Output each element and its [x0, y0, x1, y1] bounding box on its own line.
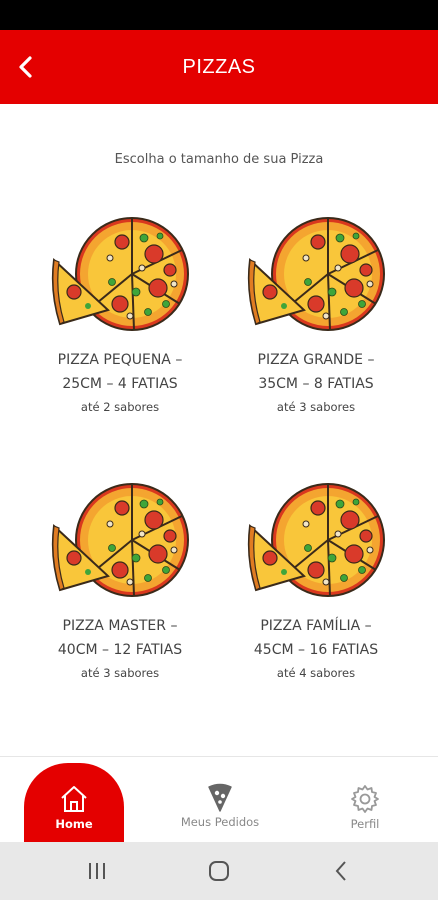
- flavor-limit: até 3 sabores: [80, 666, 160, 680]
- home-icon: [61, 786, 87, 812]
- recent-apps-icon: [89, 863, 105, 879]
- pizza-image: [51, 217, 189, 331]
- nav-orders[interactable]: Meus Pedidos: [170, 757, 270, 843]
- size-prompt: Escolha o tamanho de sua Pizza: [114, 152, 324, 167]
- pizza-slice-icon: [208, 783, 232, 812]
- system-nav-bar: [0, 842, 438, 900]
- bottom-nav: Home Meus Pedidos Perfil: [0, 756, 438, 843]
- system-home-button[interactable]: [204, 858, 234, 884]
- page-title: PIZZAS: [182, 55, 256, 78]
- home-circle-icon: [209, 861, 229, 881]
- pizza-image: [247, 483, 385, 597]
- size-card-pequena[interactable]: PIZZA PEQUENA – 25CM – 4 FATIAS até 2 sa…: [20, 212, 220, 414]
- chevron-left-icon: [19, 56, 32, 78]
- flavor-limit: até 2 sabores: [80, 400, 160, 414]
- back-button[interactable]: [6, 47, 46, 87]
- pizza-image: [51, 483, 189, 597]
- size-name: PIZZA GRANDE – 35CM – 8 FATIAS: [257, 352, 375, 392]
- gear-icon: [351, 785, 379, 813]
- size-name: PIZZA FAMÍLIA – 45CM – 16 FATIAS: [253, 618, 379, 658]
- flavor-limit: até 3 sabores: [276, 400, 356, 414]
- size-name: PIZZA PEQUENA – 25CM – 4 FATIAS: [57, 352, 183, 392]
- size-card-master[interactable]: PIZZA MASTER – 40CM – 12 FATIAS até 3 sa…: [20, 478, 220, 680]
- back-icon: [335, 861, 346, 881]
- size-card-grande[interactable]: PIZZA GRANDE – 35CM – 8 FATIAS até 3 sab…: [216, 212, 416, 414]
- nav-home[interactable]: Home: [24, 763, 124, 843]
- recent-apps-button[interactable]: [82, 858, 112, 884]
- size-card-familia[interactable]: PIZZA FAMÍLIA – 45CM – 16 FATIAS até 4 s…: [216, 478, 416, 680]
- app-bar: PIZZAS: [0, 30, 438, 104]
- flavor-limit: até 4 sabores: [276, 666, 356, 680]
- status-bar: [0, 0, 438, 30]
- size-name: PIZZA MASTER – 40CM – 12 FATIAS: [57, 618, 183, 658]
- pizza-image: [247, 217, 385, 331]
- nav-profile[interactable]: Perfil: [315, 757, 415, 843]
- system-back-button[interactable]: [326, 858, 356, 884]
